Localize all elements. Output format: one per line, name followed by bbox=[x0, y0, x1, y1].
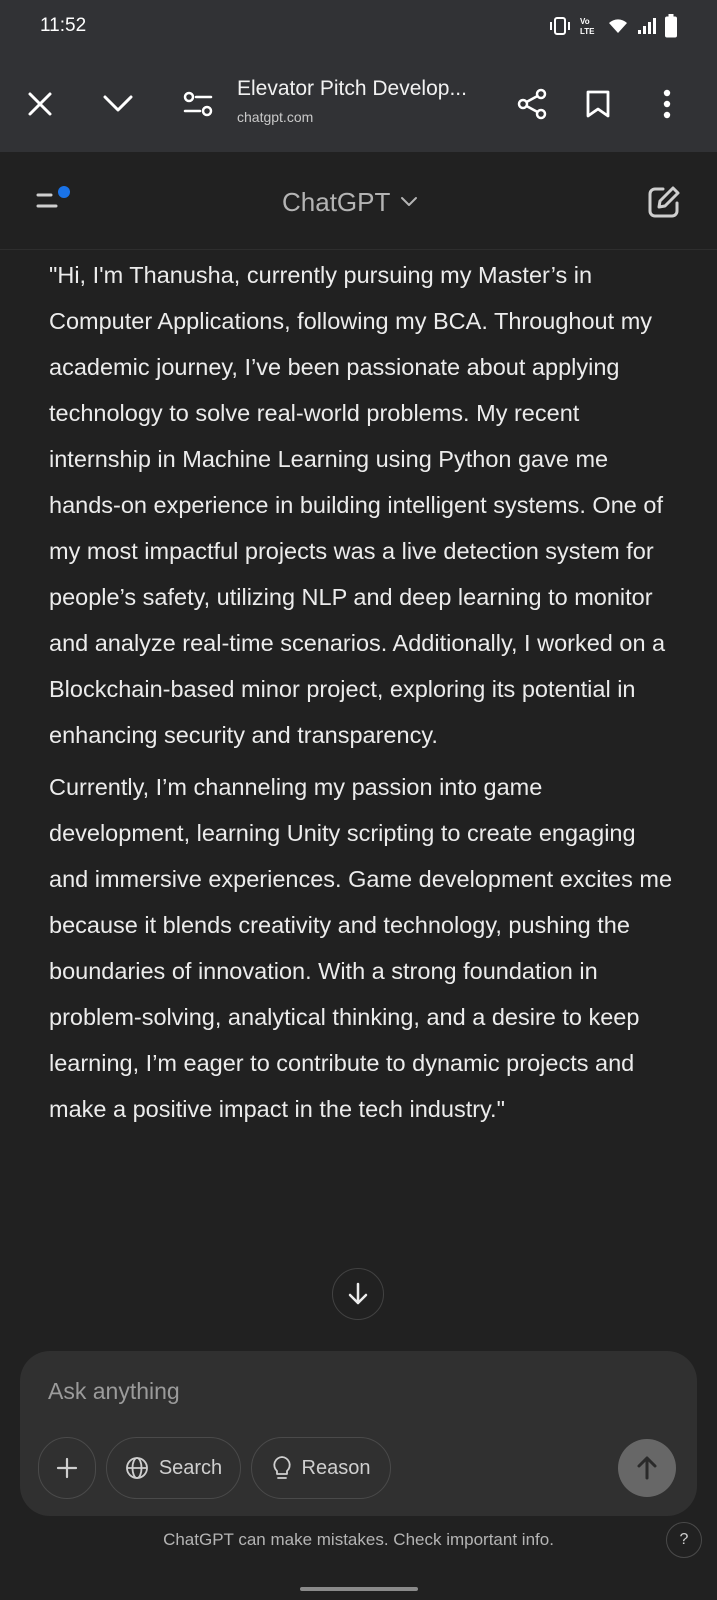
attach-button[interactable] bbox=[38, 1437, 96, 1499]
page-title: Elevator Pitch Develop... bbox=[237, 77, 467, 100]
model-name: ChatGPT bbox=[282, 186, 391, 217]
more-options-button[interactable] bbox=[645, 82, 689, 126]
collapse-button[interactable] bbox=[96, 82, 140, 126]
reason-label: Reason bbox=[301, 1456, 371, 1479]
svg-text:Vo: Vo bbox=[580, 17, 590, 26]
site-settings-button[interactable] bbox=[176, 82, 220, 126]
reason-button[interactable]: Reason bbox=[251, 1437, 391, 1499]
chevron-down-icon bbox=[401, 197, 418, 206]
new-chat-button[interactable] bbox=[646, 184, 682, 220]
more-vert-icon bbox=[663, 89, 671, 119]
chevron-down-icon bbox=[103, 95, 133, 112]
sidebar-menu-button[interactable] bbox=[34, 182, 74, 222]
wifi-icon bbox=[607, 17, 629, 35]
message-paragraph: Currently, I’m channeling my passion int… bbox=[49, 774, 673, 1122]
arrow-down-icon bbox=[348, 1282, 368, 1305]
globe-icon bbox=[125, 1457, 148, 1479]
battery-icon bbox=[665, 14, 677, 38]
scroll-to-bottom-button[interactable] bbox=[332, 1268, 384, 1320]
edit-icon bbox=[648, 186, 680, 218]
search-button[interactable]: Search bbox=[106, 1437, 241, 1499]
composer: Search Reason bbox=[20, 1351, 697, 1516]
close-icon bbox=[28, 92, 52, 116]
menu-icon bbox=[36, 186, 70, 208]
send-button[interactable] bbox=[618, 1439, 676, 1497]
status-bar: 11:52 Vo LTE bbox=[0, 0, 717, 52]
bookmark-button[interactable] bbox=[576, 82, 620, 126]
plus-icon bbox=[56, 1457, 78, 1479]
share-icon bbox=[517, 88, 547, 120]
assistant-message: "Hi, I'm Thanusha, currently pursuing my… bbox=[49, 252, 679, 1138]
status-icons: Vo LTE bbox=[549, 14, 677, 38]
volte-icon: Vo LTE bbox=[579, 16, 599, 36]
browser-toolbar: Elevator Pitch Develop... chatgpt.com bbox=[0, 52, 717, 152]
gesture-nav-handle[interactable] bbox=[300, 1587, 418, 1591]
share-button[interactable] bbox=[510, 82, 554, 126]
site-settings-icon bbox=[183, 91, 213, 117]
page-title-block[interactable]: Elevator Pitch Develop... chatgpt.com bbox=[237, 77, 507, 125]
search-label: Search bbox=[158, 1456, 223, 1479]
help-button[interactable]: ? bbox=[666, 1522, 702, 1558]
model-switcher[interactable]: ChatGPT bbox=[282, 184, 418, 220]
vibrate-icon bbox=[549, 17, 571, 35]
signal-icon bbox=[637, 17, 657, 35]
message-paragraph: "Hi, I'm Thanusha, currently pursuing my… bbox=[49, 262, 666, 748]
message-input[interactable] bbox=[48, 1373, 648, 1409]
disclaimer-text: ChatGPT can make mistakes. Check importa… bbox=[163, 1530, 554, 1549]
app-header: ChatGPT bbox=[0, 152, 717, 250]
arrow-up-icon bbox=[637, 1456, 657, 1480]
page-domain: chatgpt.com bbox=[237, 109, 314, 125]
close-button[interactable] bbox=[18, 82, 62, 126]
status-time: 11:52 bbox=[40, 15, 87, 36]
lightbulb-icon bbox=[272, 1456, 291, 1479]
bookmark-icon bbox=[586, 90, 610, 118]
svg-text:LTE: LTE bbox=[580, 27, 595, 36]
